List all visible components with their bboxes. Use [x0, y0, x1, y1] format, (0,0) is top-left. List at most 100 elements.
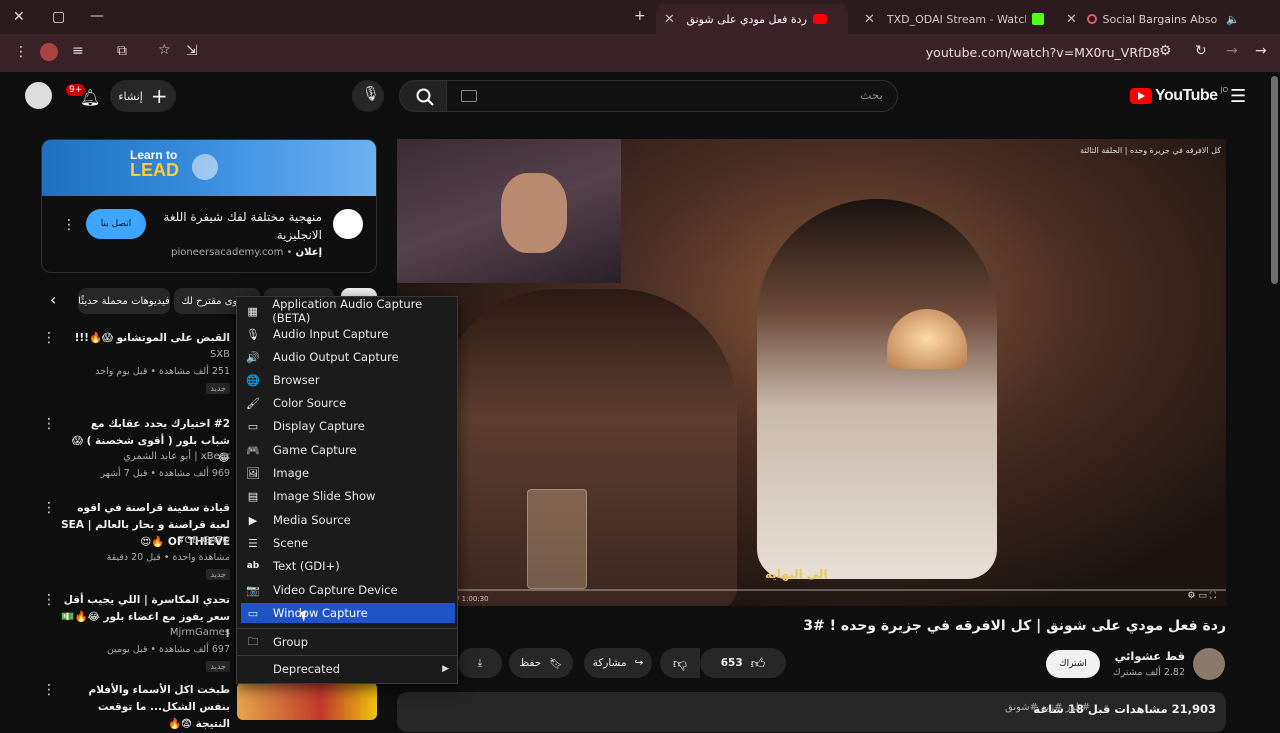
tab-twitch[interactable]: ✕ TXD_ODAI Stream - Watch Live: [856, 4, 1052, 34]
dislike-button[interactable]: 👎︎: [660, 648, 700, 678]
chevron-left-icon[interactable]: ‹: [50, 290, 56, 309]
slideshow-icon: ▤: [247, 489, 259, 503]
menu-item-video-capture[interactable]: 📷 Video Capture Device: [241, 580, 455, 600]
list-item[interactable]: ⋮ طبخت اكل الأسماء والأفلام بنفس الشكل..…: [40, 682, 240, 730]
more-icon[interactable]: ⋮: [42, 330, 56, 346]
menu-item-scene[interactable]: ☰ Scene: [241, 533, 455, 553]
back-icon[interactable]: →: [1255, 43, 1267, 59]
profile-avatar-icon[interactable]: [40, 43, 58, 61]
new-tab-icon[interactable]: +: [634, 8, 646, 24]
ad-more-icon[interactable]: ⋮: [62, 217, 76, 233]
channel-name[interactable]: قط عشوائي: [1114, 649, 1185, 663]
tab-youtube[interactable]: ✕ ردة فعل مودي على شونق (43): [656, 4, 848, 34]
voice-search-button[interactable]: 🎙︎: [352, 80, 384, 112]
more-icon[interactable]: ⋮: [42, 682, 56, 698]
channel-subscribers: 2.82 ألف مشترك: [1112, 667, 1185, 678]
more-icon[interactable]: ⋮: [42, 416, 56, 432]
new-badge: جديد: [206, 661, 230, 672]
youtube-logo[interactable]: YouTube JO: [1130, 86, 1228, 106]
url-field[interactable]: youtube.com/watch?v=MX0ru_VRfD8: [926, 45, 1160, 60]
video-progress-bar[interactable]: [397, 589, 1226, 591]
menu-item-image-slideshow[interactable]: ▤ Image Slide Show: [241, 486, 455, 506]
menu-item-audio-output[interactable]: 🔊 Audio Output Capture: [241, 347, 455, 367]
menu-item-app-audio[interactable]: ▦ Application Audio Capture (BETA): [241, 297, 455, 325]
submenu-arrow-icon: ▶: [442, 664, 449, 674]
menu-item-display-capture[interactable]: ▭ Display Capture: [241, 416, 455, 436]
hamburger-menu-icon[interactable]: ☰: [1230, 86, 1246, 107]
menu-item-deprecated[interactable]: Deprecated ▶: [241, 659, 455, 679]
video-frame-figure: [437, 289, 737, 606]
rec-meta: 969 ألف مشاهدة • قبل 7 أشهر: [100, 468, 230, 479]
search-icon: [416, 88, 434, 106]
rec-channel[interactable]: SXB: [210, 349, 230, 360]
star-icon[interactable]: ☆: [158, 42, 171, 58]
more-icon[interactable]: ⋮: [42, 592, 56, 608]
video-controls-icon[interactable]: ⚙ ▭ ⛶: [1187, 591, 1216, 601]
ad-cta-button[interactable]: اتصل بنا: [86, 209, 146, 239]
rec-title[interactable]: طبخت اكل الأسماء والأفلام بنفس الشكل... …: [60, 682, 230, 733]
menu-item-label: Group: [273, 635, 309, 649]
close-tab-icon[interactable]: ✕: [664, 12, 675, 27]
menu-item-color-source[interactable]: 🖌 Color Source: [241, 393, 455, 413]
list-item[interactable]: ⋮ القبض على الموتشانو 😱🔥!!! SXB 251 ألف …: [40, 330, 240, 400]
menu-dots-icon[interactable]: ⋮: [14, 44, 28, 60]
rec-channel[interactable]: MjrmGames: [170, 627, 230, 638]
forward-icon[interactable]: →: [1226, 43, 1238, 59]
rec-thumbnail[interactable]: [237, 682, 377, 720]
menu-item-window-capture[interactable]: ▭ Window Capture: [241, 603, 455, 623]
playlist-icon[interactable]: ≡: [72, 43, 84, 59]
close-tab-icon[interactable]: ✕: [1066, 12, 1077, 27]
video-overlay-title: كل الافرقه في جزيرة وحده | الحلقة الثالث…: [1080, 146, 1221, 155]
thumbs-up-icon[interactable]: 👍︎: [751, 655, 766, 672]
close-tab-icon[interactable]: ✕: [864, 12, 875, 27]
channel-avatar[interactable]: [1193, 648, 1225, 680]
like-dislike-group: 653 👍︎: [700, 648, 786, 678]
hashtags[interactable]: #بلور #زيد #شونق: [1005, 702, 1090, 713]
keyboard-icon[interactable]: [461, 90, 477, 102]
close-window-icon[interactable]: ✕: [13, 9, 25, 25]
share-button[interactable]: مشاركة ↪: [584, 648, 652, 678]
menu-item-text-gdi[interactable]: ab Text (GDI+): [241, 556, 455, 576]
rec-channel[interactable]: TGB GATO: [178, 535, 230, 546]
search-button[interactable]: [399, 80, 449, 112]
list-item[interactable]: ⋮ قيادة سفينة قراصنة في اقوه لعبة قراصنة…: [40, 500, 240, 584]
rec-channel[interactable]: أبو عابد الشمري | xBear: [123, 451, 230, 462]
account-avatar[interactable]: [25, 82, 52, 109]
rec-title[interactable]: القبض على الموتشانو 😱🔥!!!: [60, 330, 230, 347]
share-icon: ↪: [634, 657, 644, 669]
scrollbar-thumb[interactable]: [1271, 76, 1278, 284]
video-player[interactable]: كل الافرقه في جزيرة وحده | الحلقة الثالث…: [397, 139, 1226, 606]
menu-item-game-capture[interactable]: 🎮 Game Capture: [241, 440, 455, 460]
country-code: JO: [1220, 86, 1229, 94]
list-item[interactable]: ⋮ #2 اختيارك يحدد عقابك مع شباب بلور ( أ…: [40, 416, 240, 486]
subscribe-button[interactable]: اشتراك: [1046, 650, 1100, 678]
more-icon[interactable]: ⋮: [42, 500, 56, 516]
minimize-icon[interactable]: —: [90, 8, 104, 24]
tab-social[interactable]: ✕ Social Bargains Absorb Insi 🔈: [1058, 4, 1248, 34]
ad-card[interactable]: Learn to LEAD ⋮ اتصل بنا منهجية مختلفة ل…: [41, 139, 377, 273]
search-input[interactable]: بحث: [446, 80, 898, 112]
create-button[interactable]: إنشاء +: [110, 80, 176, 112]
menu-item-image[interactable]: 🖼 Image: [241, 463, 455, 483]
save-button[interactable]: حفظ 🔖︎: [509, 648, 573, 678]
rec-meta: مشاهدة واحدة • قبل 20 دقيقة: [106, 552, 230, 563]
menu-item-media-source[interactable]: ▶ Media Source: [241, 510, 455, 530]
new-badge: جديد: [206, 569, 230, 580]
menu-item-browser[interactable]: 🌐 Browser: [241, 370, 455, 390]
ad-label: إعلان: [295, 247, 322, 258]
chip-recently-uploaded[interactable]: فيديوهات محملة حديثًا: [78, 288, 170, 314]
install-app-icon[interactable]: ⇲: [186, 43, 198, 59]
maximize-icon[interactable]: ▢: [52, 9, 65, 25]
ad-banner-image[interactable]: Learn to LEAD: [42, 140, 376, 196]
site-settings-icon[interactable]: ⚙: [1159, 43, 1172, 59]
list-item[interactable]: ⋮ تحدي المكاسرة | اللي يجيب أقل سعر يفوز…: [40, 592, 240, 676]
reload-icon[interactable]: ↻: [1195, 43, 1207, 59]
advertiser-logo[interactable]: [333, 209, 363, 239]
menu-item-audio-input[interactable]: 🎙 Audio Input Capture: [241, 324, 455, 344]
menu-item-label: Audio Input Capture: [273, 327, 389, 341]
ad-title[interactable]: منهجية مختلفة لفك شيفرة اللغة الانجليزية: [152, 208, 322, 244]
menu-item-group[interactable]: 🗀 Group: [241, 632, 455, 652]
webcam-figure: [501, 173, 567, 253]
download-button[interactable]: ⤓: [458, 648, 502, 678]
extensions-icon[interactable]: ⧉: [117, 43, 127, 59]
